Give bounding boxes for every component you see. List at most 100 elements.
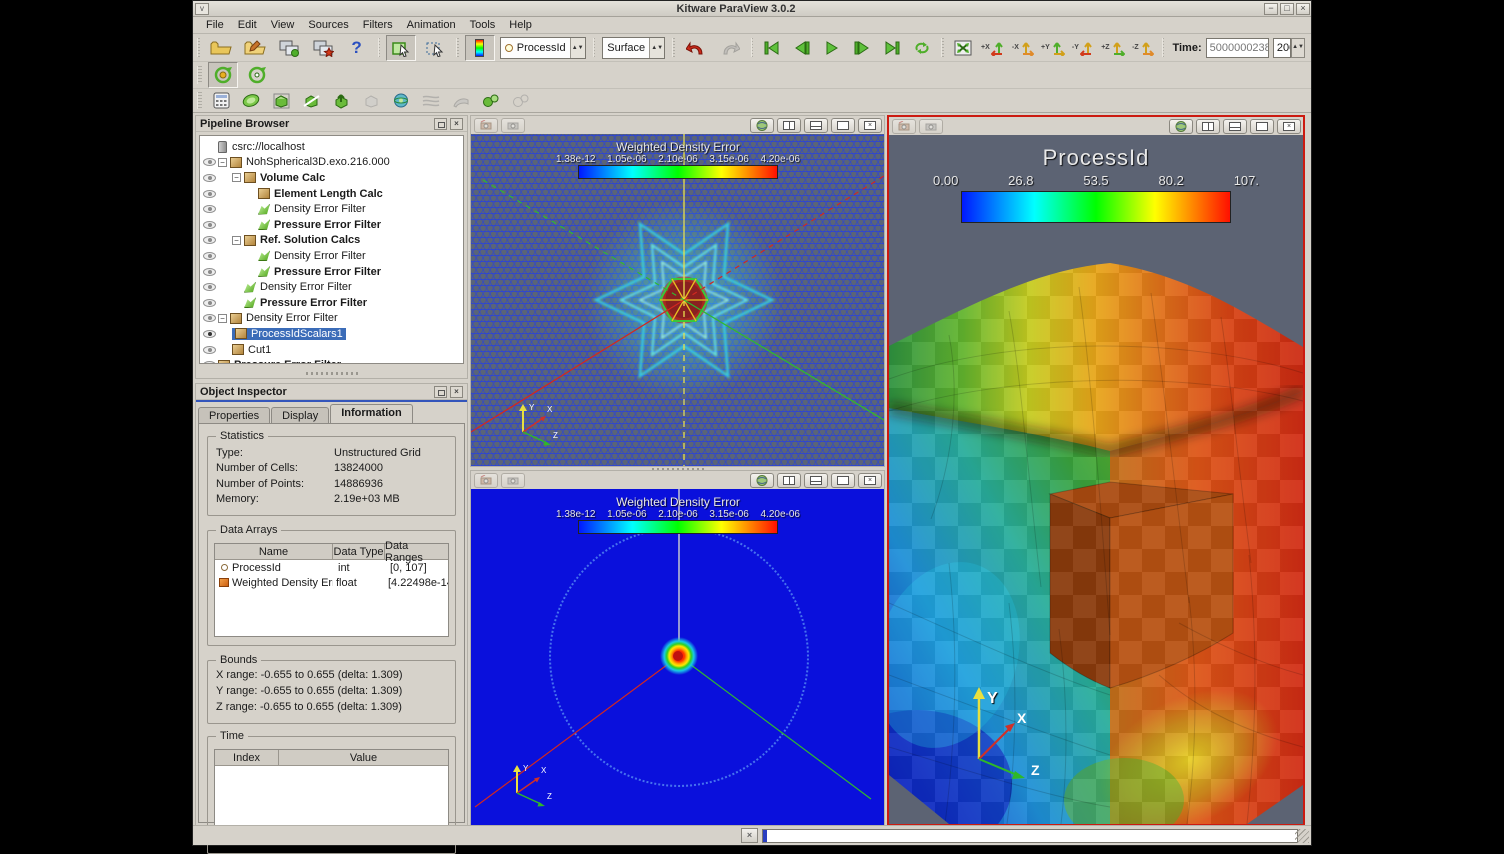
close-dock-icon[interactable]: × bbox=[450, 386, 463, 398]
rubber-band-select-button[interactable] bbox=[420, 35, 450, 61]
data-array-row[interactable]: ProcessId int [0, 107] bbox=[215, 560, 448, 575]
toolbar-handle[interactable] bbox=[378, 38, 381, 57]
redo-camera-button[interactable] bbox=[919, 119, 943, 134]
vcr-loop-button[interactable] bbox=[909, 37, 935, 59]
lookmark-button[interactable] bbox=[750, 473, 774, 488]
frame-spinner-arrows[interactable]: ▲▼ bbox=[1291, 38, 1305, 58]
lookmark-button[interactable] bbox=[750, 118, 774, 133]
pipeline-item[interactable]: Pressure Error Filter bbox=[200, 295, 463, 311]
pipeline-item[interactable]: Density Error Filter bbox=[200, 279, 463, 295]
calculator-filter-button[interactable] bbox=[208, 90, 234, 112]
camera-plus-x-button[interactable]: +X bbox=[980, 37, 1006, 59]
window-menu-button[interactable]: v bbox=[195, 3, 209, 15]
object-inspector-header[interactable]: Object Inspector × bbox=[196, 384, 467, 400]
eye-icon[interactable] bbox=[203, 330, 216, 338]
lookmark-button[interactable] bbox=[1169, 119, 1193, 134]
tab-information[interactable]: Information bbox=[330, 404, 413, 423]
glyph-filter-button[interactable] bbox=[388, 90, 414, 112]
toolbar-handle[interactable] bbox=[456, 38, 459, 57]
menu-file[interactable]: File bbox=[199, 18, 231, 32]
eye-icon[interactable] bbox=[203, 346, 216, 354]
pipeline-item-selected[interactable]: ProcessIdScalars1 bbox=[200, 326, 463, 342]
abort-button[interactable]: × bbox=[741, 828, 758, 843]
edit-color-map-button[interactable] bbox=[465, 35, 495, 61]
colorbar-gradient[interactable] bbox=[578, 165, 778, 179]
eye-icon[interactable] bbox=[203, 205, 216, 213]
eye-icon[interactable] bbox=[203, 299, 216, 307]
camera-minus-y-button[interactable]: -Y bbox=[1070, 37, 1096, 59]
connect-server-button[interactable] bbox=[274, 35, 304, 61]
render-viewport-right[interactable]: ProcessId 0.0026.853.580.2107. Y X Z bbox=[889, 135, 1303, 824]
toolbar-handle[interactable] bbox=[672, 38, 675, 57]
maximize-view-button[interactable] bbox=[831, 118, 855, 133]
combo-arrows-icon[interactable]: ▲▼ bbox=[649, 38, 664, 58]
eye-icon[interactable] bbox=[203, 314, 216, 322]
pipeline-item-server[interactable]: csrc://localhost bbox=[200, 139, 463, 155]
pipeline-item[interactable]: Pressure Error Filter bbox=[200, 264, 463, 280]
toolbar-handle[interactable] bbox=[197, 66, 202, 84]
toolbar-handle[interactable] bbox=[197, 38, 200, 57]
pipeline-item[interactable]: Cut1 bbox=[200, 342, 463, 358]
float-dock-icon[interactable] bbox=[434, 118, 447, 130]
colorbar-gradient[interactable] bbox=[961, 191, 1231, 223]
combo-arrows-icon[interactable]: ▲▼ bbox=[570, 38, 585, 58]
menu-filters[interactable]: Filters bbox=[356, 18, 400, 32]
pipeline-item[interactable]: −Ref. Solution Calcs bbox=[200, 233, 463, 249]
threshold-filter-button[interactable] bbox=[328, 90, 354, 112]
split-vertical-button[interactable] bbox=[1223, 119, 1247, 134]
data-arrays-table[interactable]: Name Data Type Data Ranges ProcessId int… bbox=[214, 543, 449, 637]
undo-camera-button[interactable] bbox=[474, 473, 498, 488]
minimize-button[interactable]: − bbox=[1264, 3, 1278, 15]
tab-properties[interactable]: Properties bbox=[198, 407, 270, 423]
save-data-button[interactable] bbox=[240, 35, 270, 61]
maximize-view-button[interactable] bbox=[1250, 119, 1274, 134]
data-array-row[interactable]: Weighted Density Error float [4.22498e-1… bbox=[215, 575, 448, 590]
pipeline-item[interactable]: −NohSpherical3D.exo.216.000 bbox=[200, 155, 463, 171]
menu-animation[interactable]: Animation bbox=[400, 18, 463, 32]
expander-icon[interactable]: − bbox=[232, 173, 241, 182]
time-value-field[interactable]: 500000023841858 bbox=[1206, 38, 1269, 58]
warp-filter-button[interactable] bbox=[448, 90, 474, 112]
expander-icon[interactable]: − bbox=[218, 158, 227, 167]
toolbar-handle[interactable] bbox=[197, 92, 202, 108]
menu-edit[interactable]: Edit bbox=[231, 18, 264, 32]
pipeline-item[interactable]: Density Error Filter bbox=[200, 248, 463, 264]
color-by-combo[interactable]: ProcessId ▲▼ bbox=[500, 37, 586, 59]
toolbar-handle[interactable] bbox=[751, 38, 754, 57]
eye-icon[interactable] bbox=[203, 236, 216, 244]
vcr-first-frame-button[interactable] bbox=[759, 37, 785, 59]
camera-plus-z-button[interactable]: +Z bbox=[1100, 37, 1126, 59]
toolbar-handle[interactable] bbox=[941, 38, 944, 57]
menu-view[interactable]: View bbox=[264, 18, 302, 32]
expander-icon[interactable]: − bbox=[218, 314, 227, 323]
frame-spinbox[interactable]: 200 bbox=[1273, 38, 1291, 58]
open-data-button[interactable] bbox=[206, 35, 236, 61]
disconnect-server-button[interactable] bbox=[308, 35, 338, 61]
pipeline-item[interactable]: −Density Error Filter bbox=[200, 311, 463, 327]
undo-camera-button[interactable] bbox=[474, 118, 498, 133]
toolbar-handle[interactable] bbox=[593, 38, 596, 57]
eye-icon[interactable] bbox=[203, 174, 216, 182]
close-button[interactable]: × bbox=[1296, 3, 1310, 15]
close-view-button[interactable]: × bbox=[1277, 119, 1301, 134]
show-center-axes-button[interactable] bbox=[208, 62, 238, 88]
tab-display[interactable]: Display bbox=[271, 407, 329, 423]
eye-icon[interactable] bbox=[203, 268, 216, 276]
close-view-button[interactable]: × bbox=[858, 473, 882, 488]
vcr-next-frame-button[interactable] bbox=[849, 37, 875, 59]
camera-minus-z-button[interactable]: -Z bbox=[1130, 37, 1156, 59]
render-viewport-bottom[interactable]: Weighted Density Error 1.38e-121.05e-062… bbox=[471, 489, 884, 825]
split-horizontal-button[interactable] bbox=[777, 118, 801, 133]
select-cells-button[interactable] bbox=[386, 35, 416, 61]
split-vertical-button[interactable] bbox=[804, 118, 828, 133]
maximize-button[interactable]: □ bbox=[1280, 3, 1294, 15]
contour-filter-button[interactable] bbox=[238, 90, 264, 112]
ungroup-button[interactable] bbox=[508, 90, 534, 112]
pipeline-item[interactable]: −Volume Calc bbox=[200, 170, 463, 186]
toolbar-handle[interactable] bbox=[1162, 38, 1165, 57]
eye-icon[interactable] bbox=[203, 221, 216, 229]
vcr-play-button[interactable] bbox=[819, 37, 845, 59]
stream-tracer-filter-button[interactable] bbox=[418, 90, 444, 112]
maximize-view-button[interactable] bbox=[831, 473, 855, 488]
eye-icon[interactable] bbox=[203, 283, 216, 291]
